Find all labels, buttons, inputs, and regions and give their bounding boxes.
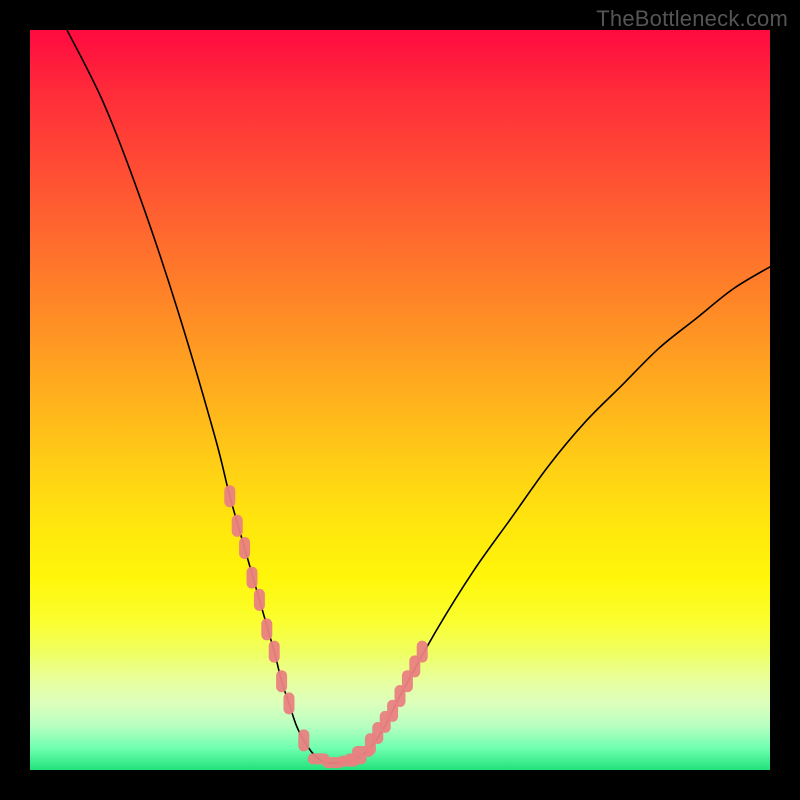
overlay-pill: [232, 515, 243, 537]
overlay-pill: [269, 641, 280, 663]
overlay-pill: [261, 618, 272, 640]
chart-root: TheBottleneck.com: [0, 0, 800, 800]
overlay-markers: [224, 485, 427, 768]
watermark-text: TheBottleneck.com: [596, 6, 788, 32]
chart-svg: [30, 30, 770, 770]
overlay-pill: [284, 692, 295, 714]
overlay-pill: [239, 537, 250, 559]
overlay-pill: [254, 589, 265, 611]
overlay-pill: [298, 729, 309, 751]
overlay-pill: [276, 670, 287, 692]
plot-area: [30, 30, 770, 770]
overlay-pill: [417, 641, 428, 663]
overlay-pill: [224, 485, 235, 507]
overlay-pill: [247, 567, 258, 589]
